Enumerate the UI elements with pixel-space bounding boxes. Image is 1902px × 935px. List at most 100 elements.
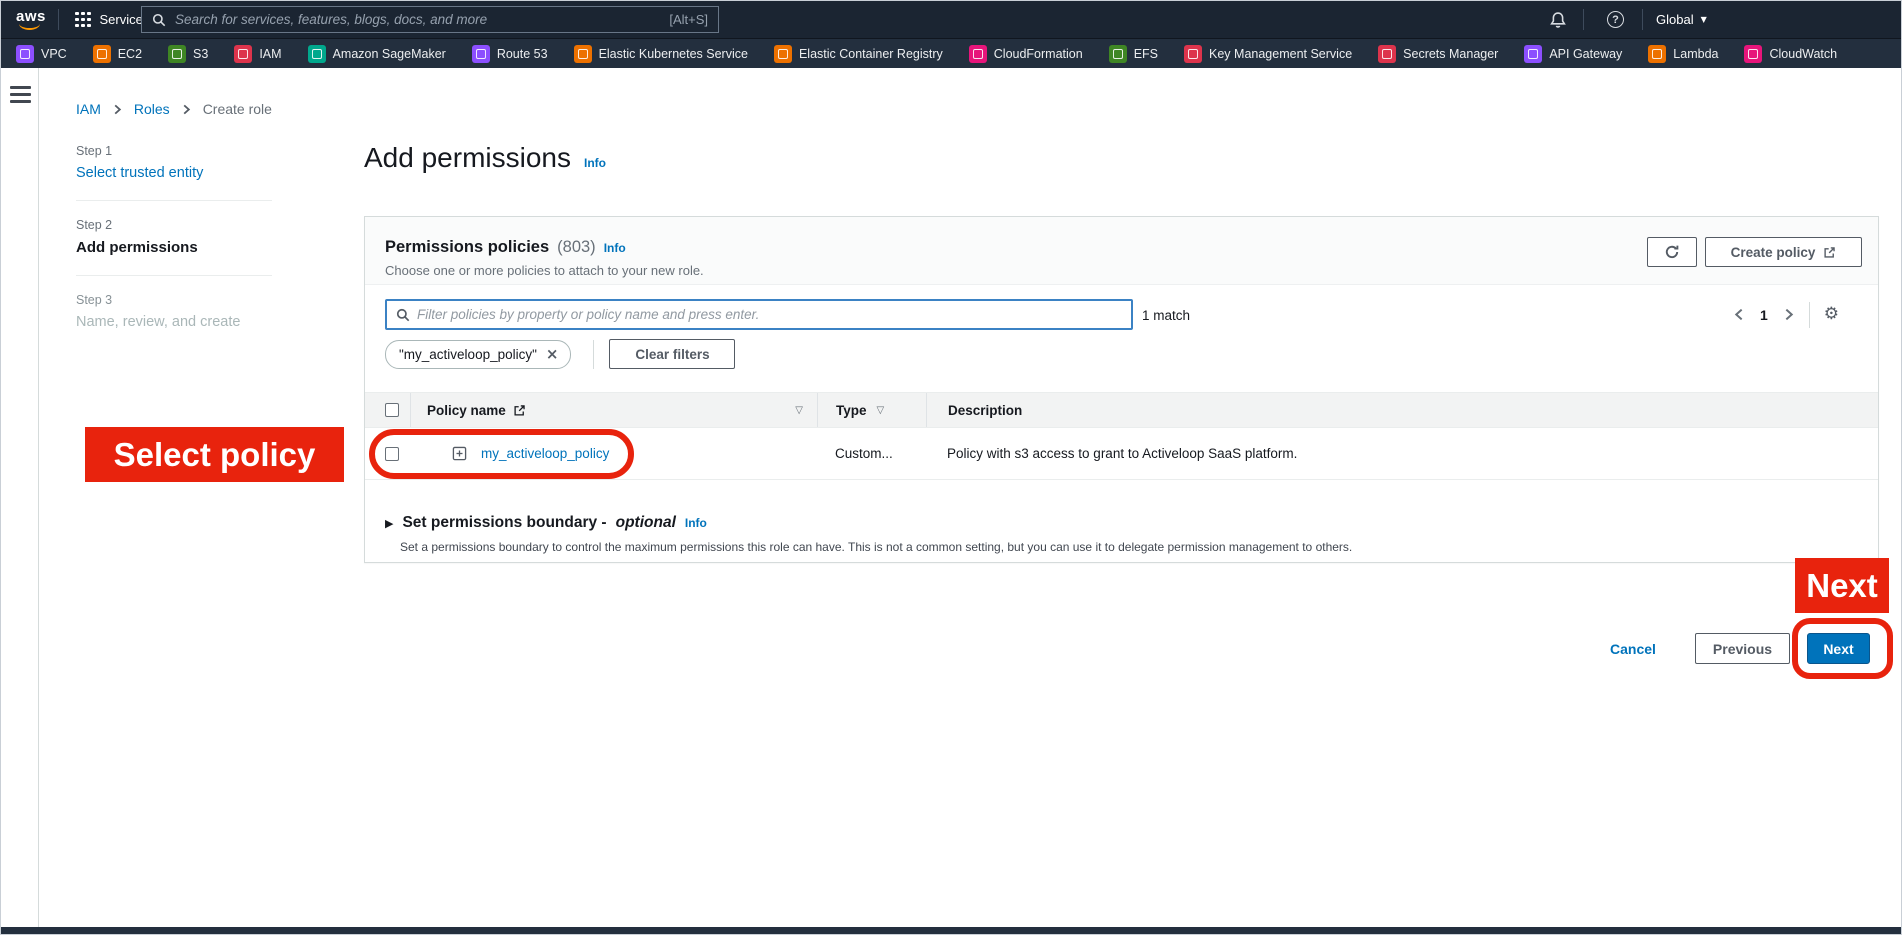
boundary-title[interactable]: Set permissions boundary - bbox=[402, 514, 606, 532]
policies-table: Policy name ▽ Type ▽ Description my_acti… bbox=[365, 392, 1878, 480]
help-button[interactable]: ? bbox=[1606, 10, 1625, 29]
step-2-current: Add permissions bbox=[76, 239, 272, 256]
column-filter-icon[interactable]: ▽ bbox=[795, 405, 803, 416]
bell-icon bbox=[1549, 11, 1567, 29]
filter-tag-text: "my_activeloop_policy" bbox=[399, 347, 537, 362]
column-policy-name[interactable]: Policy name bbox=[427, 403, 506, 418]
column-filter-icon[interactable]: ▽ bbox=[877, 405, 885, 416]
cloudwatch-service-icon bbox=[1744, 45, 1762, 63]
policy-name-link[interactable]: my_activeloop_policy bbox=[481, 446, 609, 461]
previous-page-button[interactable] bbox=[1733, 308, 1746, 321]
boundary-description: Set a permissions boundary to control th… bbox=[400, 540, 1352, 554]
favorites-item-vpc[interactable]: VPC bbox=[16, 45, 67, 63]
sidebar-menu-button[interactable] bbox=[10, 86, 31, 103]
favorites-item-api-gateway[interactable]: API Gateway bbox=[1524, 45, 1622, 63]
console-footer-bar bbox=[1, 927, 1901, 935]
next-label: Next bbox=[1823, 641, 1853, 657]
chevron-right-icon bbox=[181, 104, 192, 115]
global-search-box[interactable]: [Alt+S] bbox=[141, 6, 719, 33]
caret-down-icon: ▼ bbox=[1701, 15, 1707, 24]
divider bbox=[1642, 9, 1643, 30]
breadcrumb-create-role: Create role bbox=[203, 101, 272, 117]
boundary-optional-label: optional bbox=[616, 514, 676, 532]
region-selector[interactable]: Global ▼ bbox=[1656, 1, 1707, 38]
route53-service-icon bbox=[472, 45, 490, 63]
policy-filter-input[interactable] bbox=[417, 307, 1122, 322]
favorites-item-label: VPC bbox=[41, 47, 67, 61]
row-checkbox[interactable] bbox=[385, 447, 399, 461]
breadcrumb: IAM Roles Create role bbox=[76, 101, 272, 117]
breadcrumb-iam[interactable]: IAM bbox=[76, 101, 101, 117]
favorites-item-label: EFS bbox=[1134, 47, 1158, 61]
services-menu-button[interactable]: Services bbox=[75, 1, 149, 38]
favorites-item-ecr[interactable]: Elastic Container Registry bbox=[774, 45, 943, 63]
favorites-item-route53[interactable]: Route 53 bbox=[472, 45, 548, 63]
policies-count: (803) bbox=[557, 238, 596, 257]
select-all-checkbox[interactable] bbox=[385, 403, 399, 417]
next-button[interactable]: Next bbox=[1807, 633, 1870, 664]
create-policy-button[interactable]: Create policy bbox=[1705, 237, 1862, 267]
refresh-button[interactable] bbox=[1647, 237, 1697, 267]
divider bbox=[58, 9, 59, 30]
favorites-item-lambda[interactable]: Lambda bbox=[1648, 45, 1718, 63]
favorites-item-iam[interactable]: IAM bbox=[234, 45, 281, 63]
clear-filters-button[interactable]: Clear filters bbox=[609, 339, 735, 369]
policy-filter-box[interactable] bbox=[385, 299, 1133, 330]
help-icon: ? bbox=[1607, 11, 1624, 28]
favorites-item-label: Route 53 bbox=[497, 47, 548, 61]
divider bbox=[1583, 9, 1584, 30]
next-page-button[interactable] bbox=[1782, 308, 1795, 321]
lambda-service-icon bbox=[1648, 45, 1666, 63]
cloudformation-service-icon bbox=[969, 45, 987, 63]
previous-button[interactable]: Previous bbox=[1695, 633, 1790, 664]
region-label: Global bbox=[1656, 12, 1694, 27]
policy-type: Custom... bbox=[835, 446, 893, 461]
top-navigation-bar: aws Services [Alt+S] ? Global ▼ bbox=[1, 1, 1901, 38]
remove-filter-icon[interactable]: × bbox=[546, 347, 559, 362]
notifications-bell-button[interactable] bbox=[1548, 10, 1567, 29]
page-number: 1 bbox=[1760, 307, 1768, 323]
favorites-item-kms[interactable]: Key Management Service bbox=[1184, 45, 1352, 63]
favorites-item-secrets-manager[interactable]: Secrets Manager bbox=[1378, 45, 1498, 63]
ecr-service-icon bbox=[774, 45, 792, 63]
step-3-name-review-create: Step 3 Name, review, and create bbox=[76, 293, 272, 330]
boundary-info-link[interactable]: Info bbox=[685, 516, 707, 530]
favorites-item-cloudwatch[interactable]: CloudWatch bbox=[1744, 45, 1837, 63]
panel-info-link[interactable]: Info bbox=[604, 241, 626, 255]
divider bbox=[593, 340, 594, 369]
permissions-policies-panel: Permissions policies (803) Info Choose o… bbox=[364, 216, 1879, 563]
panel-title: Permissions policies bbox=[385, 238, 549, 257]
step-1-select-trusted-entity: Step 1 Select trusted entity bbox=[76, 144, 272, 181]
cancel-button[interactable]: Cancel bbox=[1610, 641, 1656, 657]
kms-service-icon bbox=[1184, 45, 1202, 63]
aws-logo[interactable]: aws bbox=[16, 8, 46, 30]
favorites-item-label: EC2 bbox=[118, 47, 142, 61]
favorites-item-label: Elastic Container Registry bbox=[799, 47, 943, 61]
favorites-item-label: Key Management Service bbox=[1209, 47, 1352, 61]
table-settings-gear-icon[interactable]: ⚙ bbox=[1824, 306, 1839, 323]
expand-policy-icon[interactable] bbox=[452, 446, 467, 461]
favorites-item-efs[interactable]: EFS bbox=[1109, 45, 1158, 63]
select-policy-annotation: Select policy bbox=[85, 427, 344, 482]
page-info-link[interactable]: Info bbox=[584, 156, 606, 170]
favorites-item-eks[interactable]: Elastic Kubernetes Service bbox=[574, 45, 748, 63]
favorites-item-label: Lambda bbox=[1673, 47, 1718, 61]
favorites-item-cloudformation[interactable]: CloudFormation bbox=[969, 45, 1083, 63]
favorites-item-sagemaker[interactable]: Amazon SageMaker bbox=[308, 45, 446, 63]
favorites-item-label: API Gateway bbox=[1549, 47, 1622, 61]
breadcrumb-roles[interactable]: Roles bbox=[134, 101, 170, 117]
column-type[interactable]: Type bbox=[836, 403, 867, 418]
step-number: Step 3 bbox=[76, 293, 272, 307]
divider bbox=[76, 200, 272, 201]
sagemaker-service-icon bbox=[308, 45, 326, 63]
favorites-item-label: Secrets Manager bbox=[1403, 47, 1498, 61]
panel-subtitle: Choose one or more policies to attach to… bbox=[385, 263, 704, 278]
favorites-item-ec2[interactable]: EC2 bbox=[93, 45, 142, 63]
expand-section-arrow-icon[interactable]: ▶ bbox=[385, 517, 393, 530]
global-search-input[interactable] bbox=[175, 12, 660, 27]
step-1-link[interactable]: Select trusted entity bbox=[76, 165, 272, 181]
favorites-item-s3[interactable]: S3 bbox=[168, 45, 208, 63]
pagination: 1 ⚙ bbox=[1733, 299, 1839, 330]
api-gateway-service-icon bbox=[1524, 45, 1542, 63]
favorites-item-label: Amazon SageMaker bbox=[333, 47, 446, 61]
